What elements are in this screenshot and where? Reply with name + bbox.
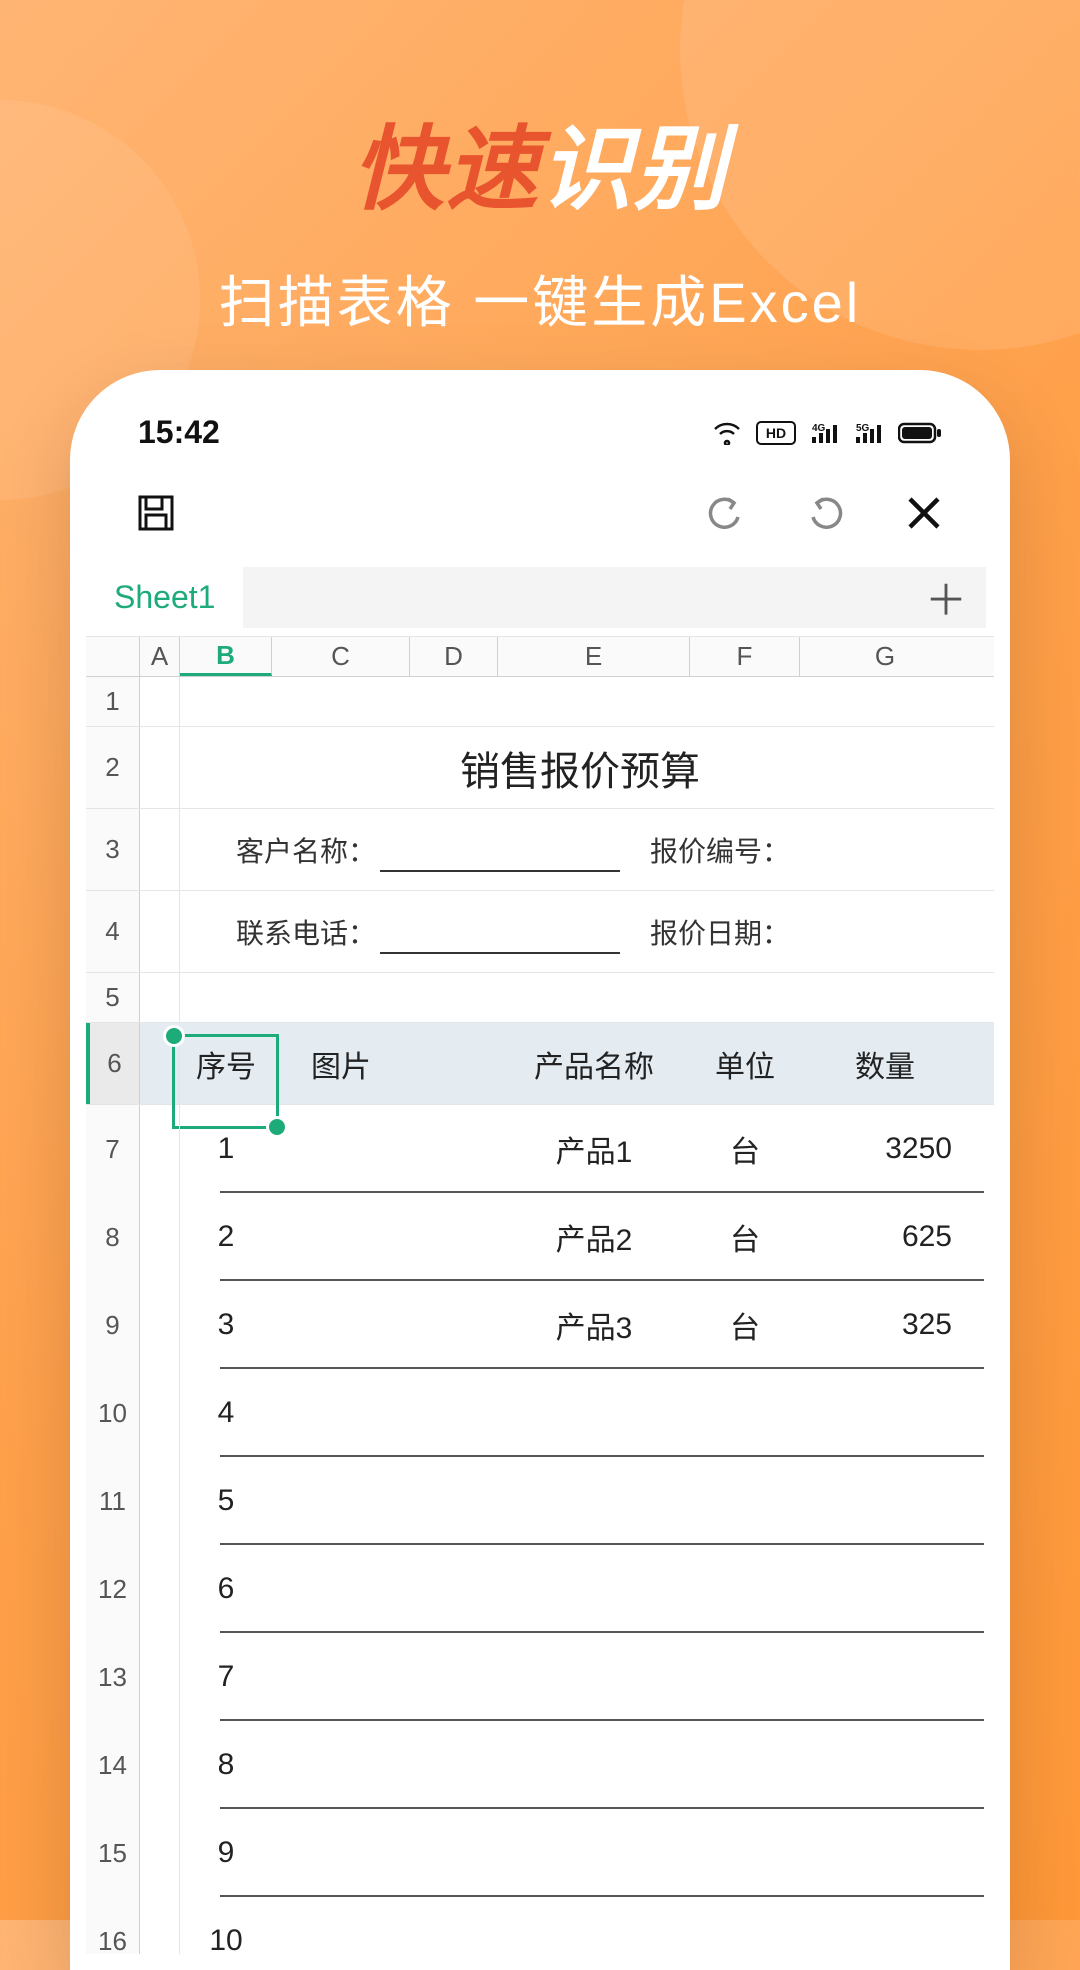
save-icon[interactable]: [134, 491, 178, 535]
battery-icon: [898, 421, 942, 445]
header-qty: 数量: [800, 1042, 970, 1086]
table-row[interactable]: 13 7: [86, 1633, 994, 1721]
cell-qty[interactable]: 3250: [800, 1132, 970, 1166]
cell-qty[interactable]: 325: [800, 1308, 970, 1342]
table-row[interactable]: 11 5: [86, 1457, 994, 1545]
hero-title-accent: 快速: [352, 95, 540, 228]
cell-product[interactable]: 产品2: [498, 1215, 690, 1259]
cell-qty[interactable]: 625: [800, 1220, 970, 1254]
signal-4g-icon: 4G: [810, 421, 840, 445]
cell-seq[interactable]: 7: [180, 1660, 272, 1694]
col-corner[interactable]: [86, 637, 140, 676]
header-product-name: 产品名称: [498, 1042, 690, 1086]
row-3[interactable]: 3 客户名称： 报价编号：: [86, 809, 994, 891]
row-header-5[interactable]: 5: [86, 973, 140, 1022]
row-header[interactable]: 14: [86, 1721, 140, 1809]
col-header-A[interactable]: A: [140, 637, 180, 676]
row-4[interactable]: 4 联系电话： 报价日期：: [86, 891, 994, 973]
col-header-B[interactable]: B: [180, 637, 272, 676]
col-header-C[interactable]: C: [272, 637, 410, 676]
col-header-F[interactable]: F: [690, 637, 800, 676]
column-headers: A B C D E F G: [86, 637, 994, 677]
hd-icon: HD: [756, 421, 796, 445]
row-header-4[interactable]: 4: [86, 891, 140, 972]
toolbar: [86, 461, 994, 559]
label-quote-date: 报价日期：: [650, 912, 790, 952]
cell-seq[interactable]: 10: [180, 1924, 272, 1954]
cell-seq[interactable]: 4: [180, 1396, 272, 1430]
sheet-tab-blank: [243, 567, 906, 628]
row-2[interactable]: 2 销售报价预算: [86, 727, 994, 809]
col-header-G[interactable]: G: [800, 637, 970, 676]
cell-seq[interactable]: 9: [180, 1836, 272, 1870]
col-header-E[interactable]: E: [498, 637, 690, 676]
cell-seq[interactable]: 3: [180, 1308, 272, 1342]
sheet-tab-bar: Sheet1 ＋: [86, 559, 994, 637]
cell-product[interactable]: 产品3: [498, 1303, 690, 1347]
cell-unit[interactable]: 台: [690, 1303, 800, 1347]
svg-text:5G: 5G: [856, 423, 870, 434]
row-header[interactable]: 16: [86, 1897, 140, 1954]
label-quote-no: 报价编号：: [650, 830, 790, 870]
row-header[interactable]: 13: [86, 1633, 140, 1721]
table-title: 销售报价预算: [460, 739, 700, 797]
table-row[interactable]: 9 3 产品3 台 325: [86, 1281, 994, 1369]
header-unit: 单位: [690, 1042, 800, 1086]
signal-5g-icon: 5G: [854, 421, 884, 445]
label-customer-name: 客户名称：: [236, 830, 376, 870]
statusbar-time: 15:42: [138, 414, 220, 451]
svg-text:4G: 4G: [812, 423, 826, 434]
row-header-3[interactable]: 3: [86, 809, 140, 890]
spreadsheet-grid[interactable]: A B C D E F G 1 2 销售报价预算 3: [86, 637, 994, 1954]
cell-seq[interactable]: 6: [180, 1572, 272, 1606]
table-row[interactable]: 10 4: [86, 1369, 994, 1457]
header-image: 图片: [272, 1042, 410, 1086]
input-line: [380, 952, 620, 954]
cell-seq[interactable]: 2: [180, 1220, 272, 1254]
cell-unit[interactable]: 台: [690, 1127, 800, 1171]
cell-seq[interactable]: 1: [180, 1132, 272, 1166]
row-header-6[interactable]: 6: [86, 1023, 140, 1104]
row-header[interactable]: 11: [86, 1457, 140, 1545]
row-header[interactable]: 12: [86, 1545, 140, 1633]
redo-icon[interactable]: [803, 491, 847, 535]
cell-selected-B6[interactable]: 序号: [180, 1042, 272, 1086]
header-seq: 序号: [196, 1051, 256, 1084]
input-line: [380, 870, 620, 872]
close-icon[interactable]: [902, 491, 946, 535]
table-row[interactable]: 7 1 产品1 台 3250: [86, 1105, 994, 1193]
label-phone: 联系电话：: [236, 912, 376, 952]
table-row[interactable]: 8 2 产品2 台 625: [86, 1193, 994, 1281]
cell-product[interactable]: 产品1: [498, 1127, 690, 1171]
cell-unit[interactable]: 台: [690, 1215, 800, 1259]
row-header[interactable]: 8: [86, 1193, 140, 1281]
svg-text:HD: HD: [766, 425, 786, 441]
row-1[interactable]: 1: [86, 677, 994, 727]
row-6-header[interactable]: 6 序号 图片 产品名称 单位 数量: [86, 1023, 994, 1105]
col-header-D[interactable]: D: [410, 637, 498, 676]
statusbar-icons: HD 4G 5G: [712, 421, 942, 445]
add-sheet-button[interactable]: ＋: [906, 567, 986, 628]
statusbar: 15:42 HD 4G 5G: [86, 386, 994, 461]
cell-seq[interactable]: 8: [180, 1748, 272, 1782]
row-header[interactable]: 7: [86, 1105, 140, 1193]
row-header-1[interactable]: 1: [86, 677, 140, 726]
undo-icon[interactable]: [704, 491, 748, 535]
row-header[interactable]: 15: [86, 1809, 140, 1897]
table-row[interactable]: 15 9: [86, 1809, 994, 1897]
table-row[interactable]: 16 10: [86, 1897, 994, 1954]
row-header-2[interactable]: 2: [86, 727, 140, 808]
cell-seq[interactable]: 5: [180, 1484, 272, 1518]
row-header[interactable]: 10: [86, 1369, 140, 1457]
sheet-tab-active[interactable]: Sheet1: [86, 559, 243, 636]
table-row[interactable]: 12 6: [86, 1545, 994, 1633]
row-5[interactable]: 5: [86, 973, 994, 1023]
phone-mockup: 15:42 HD 4G 5G: [70, 370, 1010, 1970]
wifi-icon: [712, 421, 742, 445]
row-header[interactable]: 9: [86, 1281, 140, 1369]
table-row[interactable]: 14 8: [86, 1721, 994, 1809]
